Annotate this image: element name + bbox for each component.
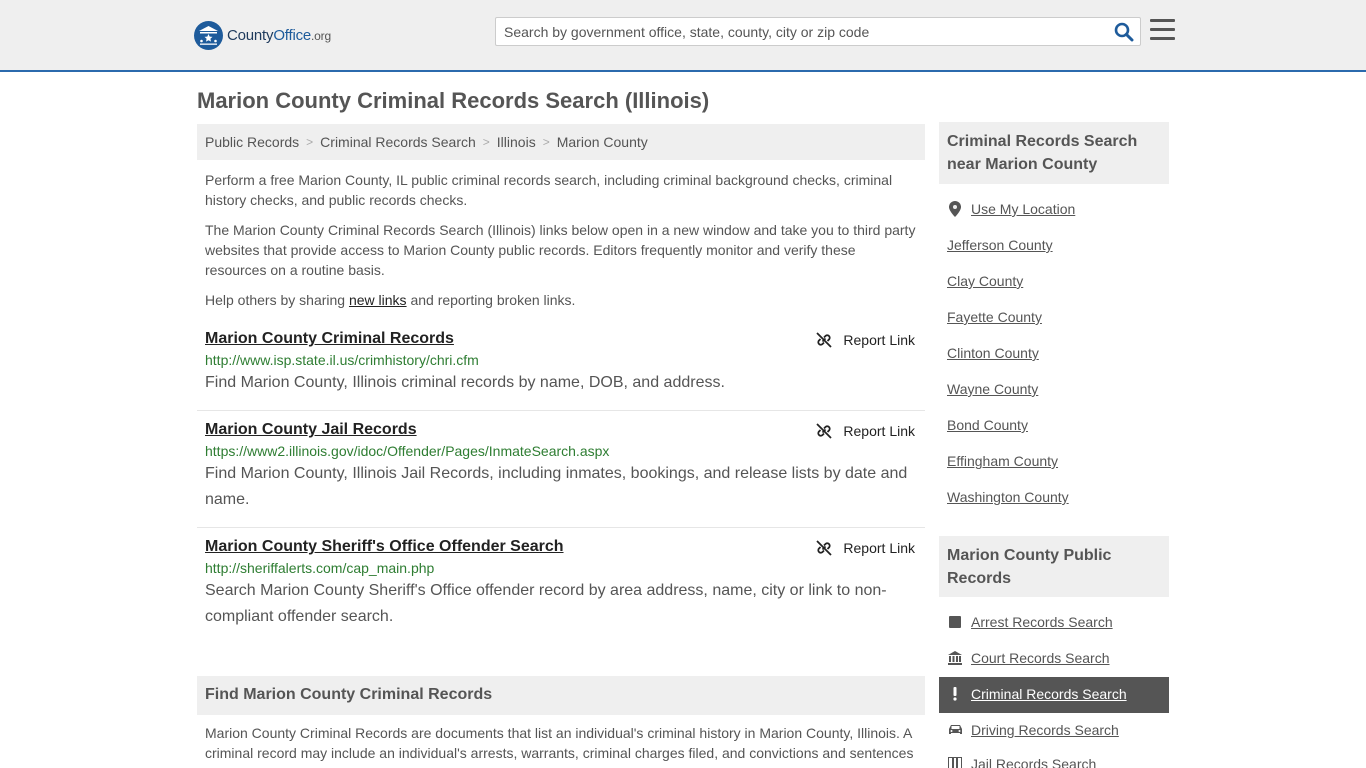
record-link-description: Find Marion County, Illinois Jail Record…	[205, 465, 908, 508]
record-link-title[interactable]: Marion County Sheriff's Office Offender …	[205, 538, 564, 556]
report-link-button[interactable]: Report Link	[816, 332, 915, 348]
use-my-location-link[interactable]: Use My Location	[947, 201, 1075, 217]
broken-link-icon	[816, 423, 833, 439]
search-icon[interactable]	[1114, 22, 1134, 42]
record-link-title[interactable]: Marion County Jail Records	[205, 421, 417, 439]
page-title: Marion County Criminal Records Search (I…	[197, 88, 710, 113]
search-input[interactable]	[496, 18, 1106, 45]
criminal-records-search-link[interactable]: Criminal Records Search	[947, 686, 1127, 702]
breadcrumb-separator: >	[306, 135, 314, 149]
nearby-county-washington[interactable]: Washington County	[947, 489, 1069, 505]
breadcrumb-criminal-records-search[interactable]: Criminal Records Search	[320, 134, 476, 150]
broken-link-icon	[816, 540, 833, 556]
nearby-county-effingham[interactable]: Effingham County	[947, 453, 1058, 469]
intro-text: Help others by sharing	[205, 292, 349, 308]
intro-text: and reporting broken links.	[406, 292, 576, 308]
nearby-county-wayne[interactable]: Wayne County	[947, 381, 1038, 397]
square-icon	[947, 616, 963, 628]
intro-paragraph-3: Help others by sharing new links and rep…	[205, 290, 917, 310]
broken-link-icon	[816, 332, 833, 348]
record-link-url: http://www.isp.state.il.us/crimhistory/c…	[205, 352, 479, 368]
intro-paragraph-1: Perform a free Marion County, IL public …	[205, 172, 893, 208]
record-link-url: http://sheriffalerts.com/cap_main.php	[205, 560, 435, 576]
jail-icon	[947, 757, 963, 768]
breadcrumb: Public Records > Criminal Records Search…	[197, 124, 925, 160]
nearby-county-jefferson[interactable]: Jefferson County	[947, 237, 1053, 253]
exclamation-icon	[947, 687, 963, 701]
map-marker-icon	[947, 201, 963, 217]
site-header: CountyOffice.org	[0, 0, 1366, 72]
hamburger-menu-icon[interactable]	[1150, 19, 1175, 41]
report-link-button[interactable]: Report Link	[816, 423, 915, 439]
report-link-button[interactable]: Report Link	[816, 540, 915, 556]
nearby-county-fayette[interactable]: Fayette County	[947, 309, 1042, 325]
nearby-county-bond[interactable]: Bond County	[947, 417, 1028, 433]
report-link-label: Report Link	[843, 423, 915, 439]
search-box	[495, 17, 1141, 46]
record-link-entry: Marion County Jail Records Report Link h…	[197, 421, 925, 513]
new-links-link[interactable]: new links	[349, 292, 407, 308]
record-link-entry: Marion County Sheriff's Office Offender …	[197, 538, 925, 630]
site-logo[interactable]: CountyOffice.org	[194, 20, 331, 50]
intro-paragraph-2: The Marion County Criminal Records Searc…	[205, 222, 916, 278]
use-my-location-label: Use My Location	[971, 201, 1076, 217]
nearby-heading: Criminal Records Search near Marion Coun…	[939, 122, 1169, 184]
jail-records-search-link[interactable]: Jail Records Search	[947, 756, 1096, 768]
report-link-label: Report Link	[843, 540, 915, 556]
arrest-records-search-link[interactable]: Arrest Records Search	[947, 614, 1113, 630]
divider	[197, 410, 925, 411]
jail-records-search-label: Jail Records Search	[971, 756, 1097, 768]
breadcrumb-public-records[interactable]: Public Records	[205, 134, 299, 150]
breadcrumb-marion-county[interactable]: Marion County	[557, 134, 648, 150]
report-link-label: Report Link	[843, 332, 915, 348]
breadcrumb-separator: >	[482, 135, 490, 149]
nearby-county-clay[interactable]: Clay County	[947, 273, 1023, 289]
logo-org: .org	[311, 28, 331, 43]
breadcrumb-separator: >	[542, 135, 550, 149]
court-records-search-link[interactable]: Court Records Search	[947, 650, 1110, 666]
breadcrumb-illinois[interactable]: Illinois	[497, 134, 536, 150]
divider	[197, 527, 925, 528]
logo-text: CountyOffice.org	[227, 27, 331, 44]
logo-badge-icon	[194, 20, 223, 50]
record-link-entry: Marion County Criminal Records Report Li…	[197, 330, 925, 396]
find-records-text: Marion County Criminal Records are docum…	[205, 725, 914, 761]
logo-county: County	[227, 26, 274, 44]
nearby-county-clinton[interactable]: Clinton County	[947, 345, 1039, 361]
record-link-description: Search Marion County Sheriff's Office of…	[205, 582, 887, 625]
public-records-heading: Marion County Public Records	[939, 536, 1169, 597]
record-link-title[interactable]: Marion County Criminal Records	[205, 330, 454, 348]
court-records-search-label: Court Records Search	[971, 650, 1110, 666]
record-link-url: https://www2.illinois.gov/idoc/Offender/…	[205, 443, 610, 459]
driving-records-search-link[interactable]: Driving Records Search	[947, 722, 1119, 738]
car-icon	[947, 724, 963, 736]
courthouse-icon	[947, 651, 963, 665]
logo-office: Office	[273, 26, 312, 44]
record-link-description: Find Marion County, Illinois criminal re…	[205, 374, 725, 391]
find-records-heading: Find Marion County Criminal Records	[197, 676, 925, 715]
criminal-records-search-label: Criminal Records Search	[971, 686, 1127, 702]
driving-records-search-label: Driving Records Search	[971, 722, 1119, 738]
arrest-records-search-label: Arrest Records Search	[971, 614, 1113, 630]
